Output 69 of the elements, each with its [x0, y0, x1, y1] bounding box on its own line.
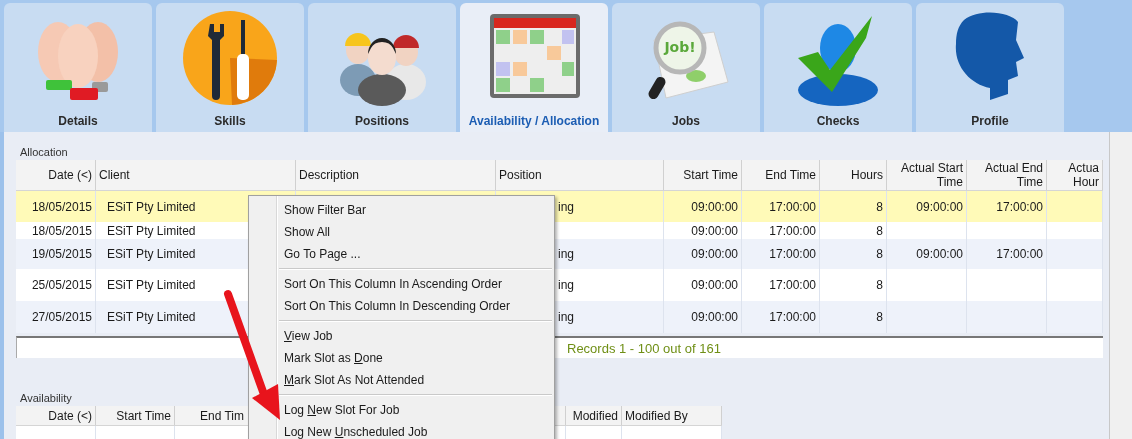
column-header[interactable]: Modified: [572, 408, 618, 423]
tab[interactable]: Positions: [308, 3, 456, 132]
column-header[interactable]: Start Time: [116, 408, 171, 423]
table-cell: 8: [876, 247, 883, 261]
table-cell: 09:00:00: [916, 247, 963, 261]
section-title: Allocation: [20, 146, 68, 159]
table-cell: 8: [876, 199, 883, 214]
menu-item[interactable]: Mark Slot as Done: [284, 347, 383, 369]
icon-caption: Job!: [664, 39, 696, 55]
table-cell: 8: [876, 223, 883, 238]
column-header[interactable]: End Time: [765, 168, 816, 182]
table-cell: 09:00:00: [691, 247, 738, 261]
column-header[interactable]: Description: [299, 168, 360, 182]
column-header[interactable]: Position: [499, 168, 542, 182]
column-header[interactable]: Client: [99, 168, 130, 182]
record-count: Records 1 - 100 out of 161: [567, 340, 721, 356]
tab[interactable]: Job! Jobs: [612, 3, 760, 132]
table-cell: 18/05/2015: [31, 223, 92, 238]
table-cell: 17:00:00: [769, 247, 816, 261]
table-cell: 17:00:00: [769, 199, 816, 214]
table-cell: 25/05/2015: [31, 278, 92, 292]
table-cell: 09:00:00: [691, 310, 738, 324]
table-cell: ESiT Pty Limited: [107, 247, 196, 261]
column-header[interactable]: End Tim: [200, 408, 244, 423]
table-cell: 8: [876, 278, 883, 292]
table-cell: ESiT Pty Limited: [107, 199, 196, 214]
tab[interactable]: Checks: [764, 3, 912, 132]
table-cell: ing: [558, 199, 574, 214]
menu-item[interactable]: Sort On This Column In Ascending Order: [284, 273, 502, 295]
table-cell: 18/05/2015: [31, 199, 92, 214]
table-cell: 27/05/2015: [31, 310, 92, 324]
menu-item[interactable]: Go To Page ...: [284, 243, 361, 265]
table-cell: 17:00:00: [769, 278, 816, 292]
column-header[interactable]: Actual End Time: [970, 161, 1043, 189]
menu-item[interactable]: Mark Slot As Not Attended: [284, 369, 425, 391]
tab[interactable]: Availability / Allocation: [460, 3, 608, 132]
column-header[interactable]: Modified By: [625, 408, 688, 423]
table-cell: 8: [876, 310, 883, 324]
tab[interactable]: Profile: [916, 3, 1064, 132]
column-header[interactable]: Actua Hour: [1050, 161, 1099, 189]
table-cell: 19/05/2015: [31, 247, 92, 261]
table-cell: ing: [558, 247, 574, 261]
column-header[interactable]: Start Time: [683, 168, 738, 182]
table-cell: 17:00:00: [769, 223, 816, 238]
tab[interactable]: Skills: [156, 3, 304, 132]
table-cell: ESiT Pty Limited: [107, 223, 196, 238]
newspaper-magnifier-icon: [646, 21, 729, 101]
menu-item[interactable]: Show Filter Bar: [284, 199, 367, 221]
tab[interactable]: Details: [4, 3, 152, 132]
tools-icon: [182, 10, 278, 106]
table-cell: 09:00:00: [691, 199, 738, 214]
section-title: Availability: [20, 392, 72, 405]
menu-item[interactable]: Log New Unscheduled Job: [284, 421, 428, 439]
table-cell: 17:00:00: [996, 199, 1043, 214]
table-cell: ing: [558, 310, 574, 324]
table-cell: 09:00:00: [691, 223, 738, 238]
column-header[interactable]: Actual Start Time: [890, 161, 963, 189]
table-cell: ESiT Pty Limited: [107, 278, 196, 292]
table-cell: 09:00:00: [916, 199, 963, 214]
menu-item[interactable]: Log New Slot For Job: [284, 399, 400, 421]
column-header[interactable]: Date (<): [48, 408, 92, 423]
table-cell: 17:00:00: [996, 247, 1043, 261]
table-cell: ing: [558, 278, 574, 292]
column-header[interactable]: Date (<): [48, 168, 92, 182]
column-header[interactable]: Hours: [851, 168, 883, 182]
table-cell: ESiT Pty Limited: [107, 310, 196, 324]
scrollbar[interactable]: [1109, 132, 1132, 439]
table-cell: 17:00:00: [769, 310, 816, 324]
table-cell: 09:00:00: [691, 278, 738, 292]
